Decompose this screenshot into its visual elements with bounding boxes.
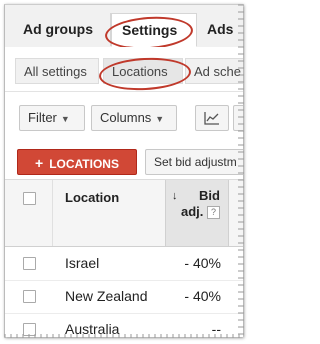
columns-label: Columns (100, 110, 152, 125)
chart-button[interactable] (195, 105, 229, 131)
table-row: Israel - 40% (5, 247, 243, 281)
tab-ads[interactable]: Ads (197, 13, 243, 46)
plus-icon: + (35, 155, 44, 171)
row-location: Israel (65, 255, 100, 271)
header-location[interactable]: Location (53, 180, 165, 246)
tab-ad-groups[interactable]: Ad groups (13, 13, 111, 46)
chevron-down-icon: ▼ (155, 114, 165, 124)
add-locations-button[interactable]: + LOCATIONS (17, 149, 137, 175)
torn-edge-bottom (4, 334, 242, 338)
chevron-down-icon: ▼ (60, 114, 70, 124)
subtab-ad-schedule[interactable]: Ad sche (185, 58, 243, 84)
sort-descending-icon: ↓ (172, 190, 178, 202)
bid-adj-label-line2: adj. ? (166, 204, 220, 220)
table-row: New Zealand - 40% (5, 280, 243, 314)
locations-table: Location ↓ Bid adj. ? Israel - 40% New Z… (5, 179, 243, 337)
toolbar: Filter ▼ Columns ▼ (5, 91, 243, 143)
set-bid-adjustment-button[interactable]: Set bid adjustm (145, 149, 243, 175)
line-chart-icon (204, 112, 219, 125)
filter-label: Filter (28, 110, 57, 125)
filter-button[interactable]: Filter ▼ (19, 105, 85, 131)
header-select-all-cell (5, 180, 53, 246)
help-icon[interactable]: ? (207, 206, 220, 220)
top-tab-bar: Ad groups Settings Ads (5, 5, 243, 53)
torn-edge-right (238, 4, 244, 336)
row-checkbox[interactable] (23, 257, 36, 270)
table-header: Location ↓ Bid adj. ? (5, 180, 243, 247)
add-locations-label: LOCATIONS (49, 157, 119, 171)
row-bid-adjustment[interactable]: - 40% (165, 255, 229, 271)
header-bid-adjustment[interactable]: ↓ Bid adj. ? (165, 180, 229, 246)
row-bid-adjustment[interactable]: - 40% (165, 288, 229, 304)
action-row: + LOCATIONS Set bid adjustm (5, 143, 243, 179)
subtab-all-settings[interactable]: All settings (15, 58, 99, 84)
screenshot-frame: Ad groups Settings Ads All settings Loca… (4, 4, 243, 337)
bid-adj-label-text: adj. (180, 204, 204, 219)
columns-button[interactable]: Columns ▼ (91, 105, 177, 131)
row-location: New Zealand (65, 288, 148, 304)
row-checkbox[interactable] (23, 290, 36, 303)
select-all-checkbox[interactable] (23, 192, 36, 205)
